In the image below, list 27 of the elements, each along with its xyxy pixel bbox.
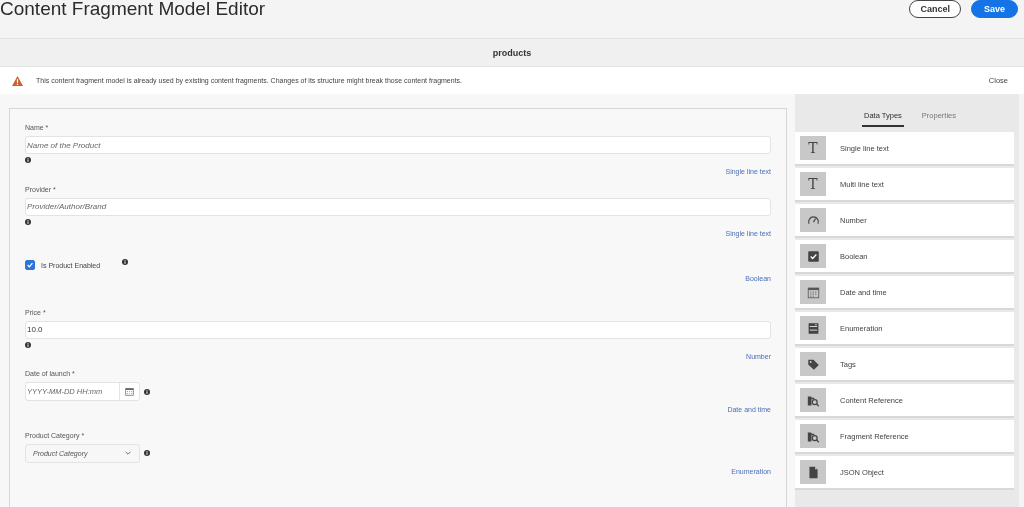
info-icon[interactable] [144, 388, 150, 395]
model-name: products [492, 47, 532, 58]
text-type-icon: T [808, 177, 818, 191]
info-icon[interactable] [25, 341, 31, 348]
text-type-icon: T [808, 141, 818, 155]
folder-search-icon [806, 393, 820, 407]
checkbox[interactable] [25, 260, 35, 270]
calendar-icon[interactable] [125, 387, 134, 396]
gauge-icon [806, 213, 820, 227]
info-icon[interactable] [144, 450, 150, 456]
page-title: Content Fragment Model Editor [0, 0, 266, 18]
text-field[interactable]: Provider/Author/Brand [25, 197, 771, 216]
save-button[interactable]: Save [970, 0, 1018, 18]
text-field[interactable]: Name of the Product [25, 136, 771, 154]
folder-search-icon [806, 429, 820, 443]
text-field[interactable]: 10.0 [25, 320, 771, 339]
document-icon [806, 465, 820, 479]
calendar-icon [806, 285, 820, 299]
chevron-down-icon [125, 451, 131, 455]
info-icon[interactable] [25, 218, 31, 225]
cancel-button[interactable]: Cancel [909, 0, 961, 18]
info-icon[interactable] [122, 259, 129, 265]
checkbox-icon [806, 249, 820, 263]
tag-icon [806, 357, 820, 371]
warning-icon [12, 75, 23, 86]
list-icon [806, 321, 820, 335]
info-icon[interactable] [25, 157, 31, 163]
